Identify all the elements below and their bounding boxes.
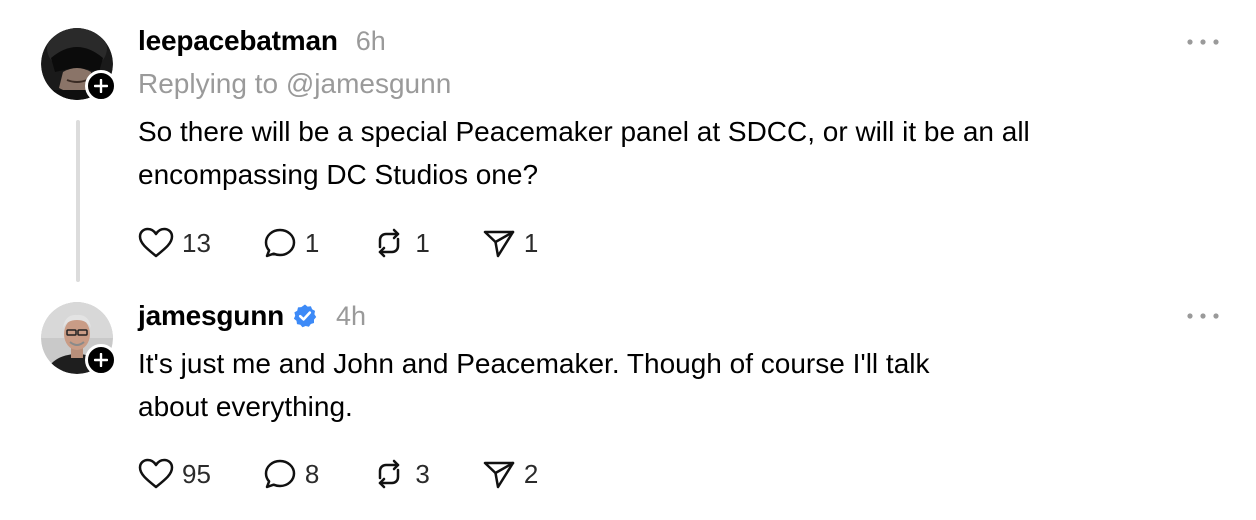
post-actions: 95 8 3 2 xyxy=(138,456,590,492)
avatar-wrap[interactable] xyxy=(41,302,117,376)
post-text-line: It's just me and John and Peacemaker. Th… xyxy=(138,348,930,379)
repost-button[interactable]: 3 xyxy=(371,458,430,490)
plus-icon xyxy=(94,353,108,367)
username[interactable]: jamesgunn xyxy=(138,300,284,332)
reply-button[interactable]: 8 xyxy=(263,458,319,490)
share-count: 2 xyxy=(523,458,539,489)
verified-badge-icon xyxy=(293,304,317,328)
follow-button[interactable] xyxy=(85,344,117,376)
like-count: 95 xyxy=(182,458,211,489)
comment-bubble-icon xyxy=(264,459,296,489)
post-text-line: about everything. xyxy=(138,391,353,422)
heart-icon xyxy=(138,458,174,489)
post-jamesgunn: jamesgunn 4h It's just me and John and P… xyxy=(0,0,1256,520)
share-button[interactable]: 2 xyxy=(482,458,538,490)
more-dots-icon[interactable] xyxy=(1186,311,1220,321)
reply-count: 8 xyxy=(304,458,320,489)
timestamp[interactable]: 4h xyxy=(336,301,366,332)
post-text: It's just me and John and Peacemaker. Th… xyxy=(138,342,1138,428)
post-header: jamesgunn 4h xyxy=(138,298,366,334)
repost-count: 3 xyxy=(415,458,430,489)
repost-icon xyxy=(379,459,400,489)
like-button[interactable]: 95 xyxy=(138,458,211,490)
send-icon xyxy=(483,461,515,489)
